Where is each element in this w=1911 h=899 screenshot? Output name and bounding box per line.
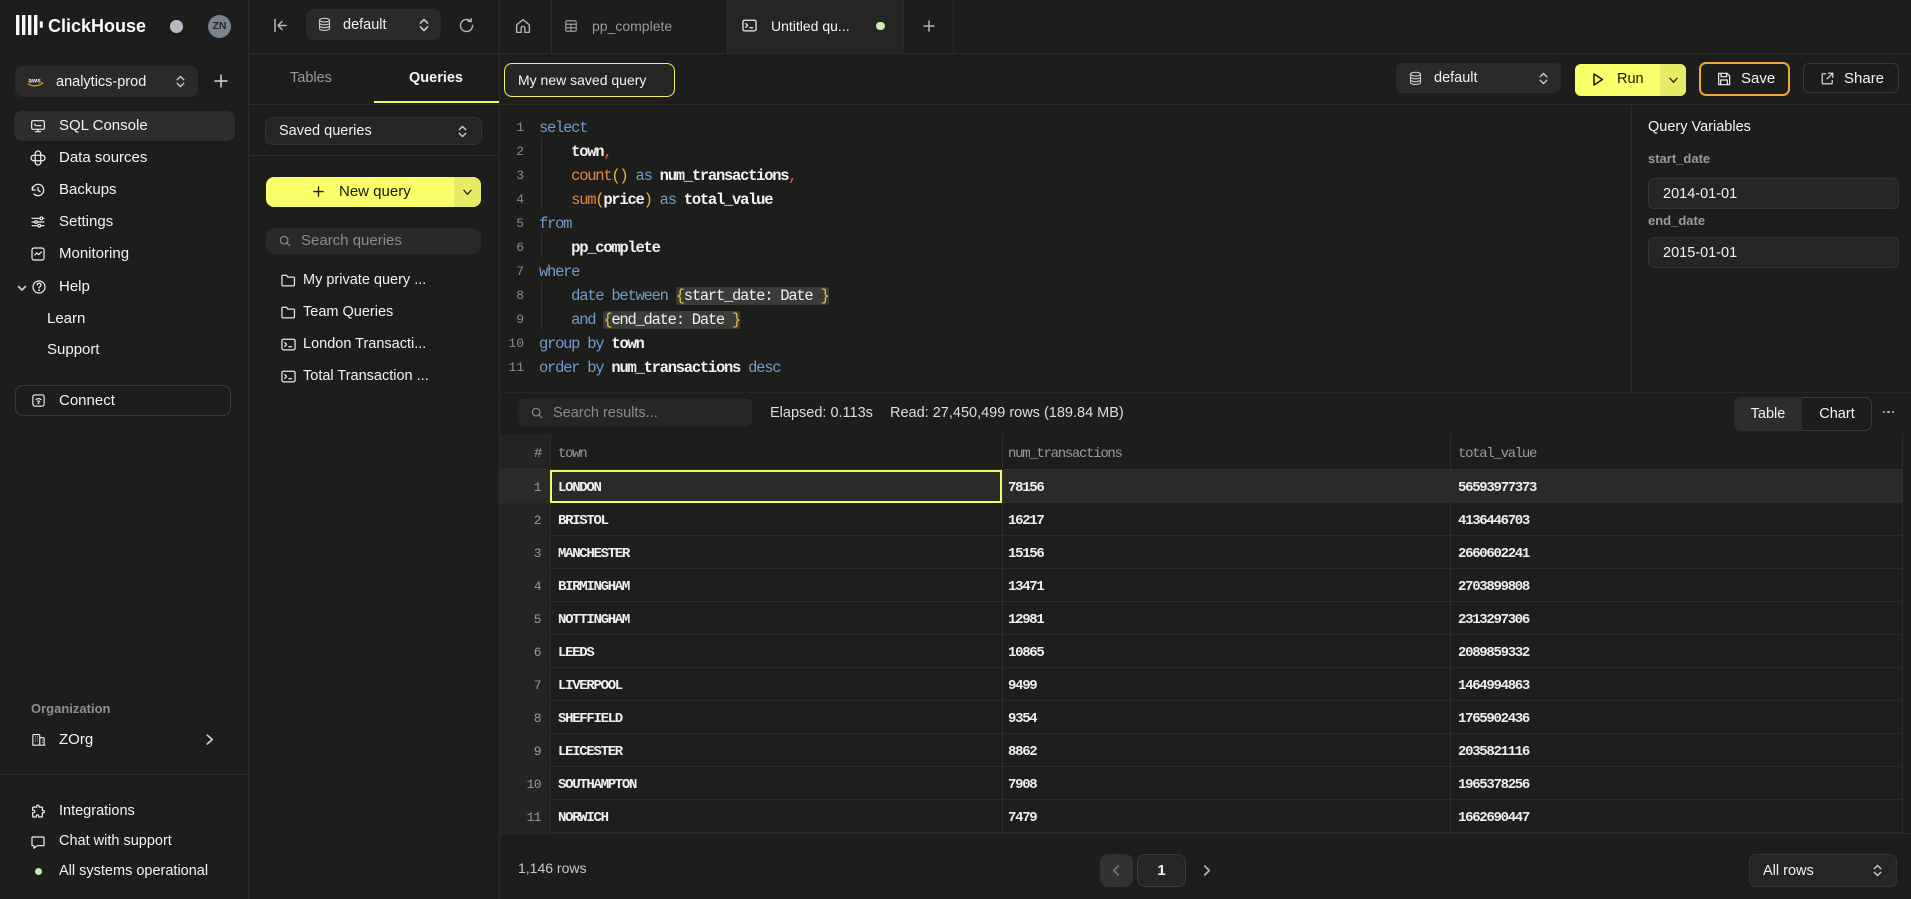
svg-text:aws: aws [28, 77, 41, 84]
